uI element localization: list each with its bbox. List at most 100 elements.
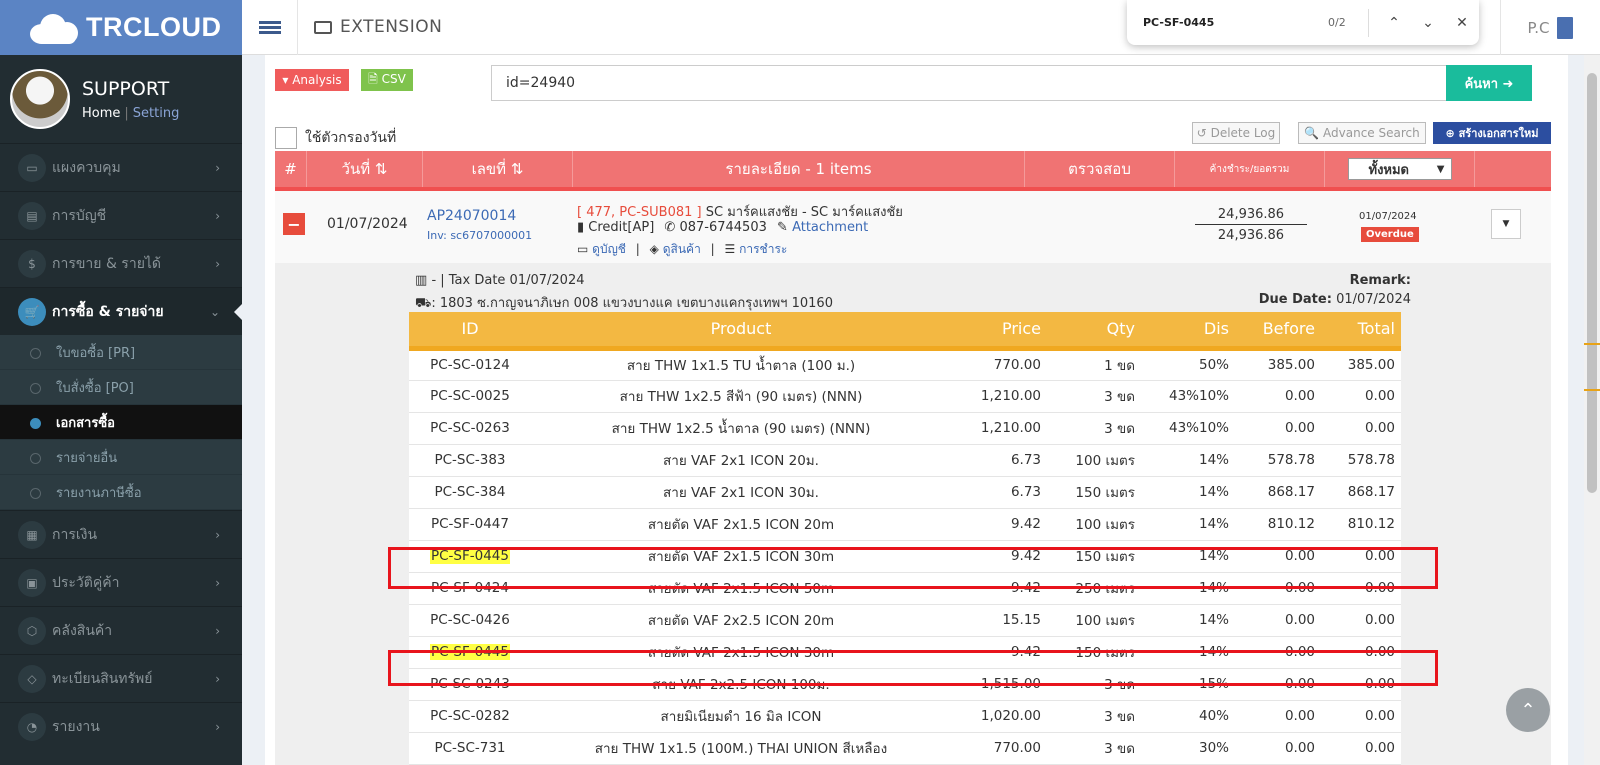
- table-row: PC-SF-0445 สายตัด VAF 2x1.5 ICON 30m 9.42 1…: [409, 636, 1401, 669]
- item-qty: 150 เมตร: [1075, 549, 1135, 565]
- find-previous-icon[interactable]: ⌃: [1377, 15, 1411, 31]
- scroll-to-top-button[interactable]: ⌃: [1506, 688, 1550, 732]
- view-product-link[interactable]: ดูสินค้า: [663, 242, 701, 256]
- item-total: 0.00: [1364, 580, 1395, 596]
- sidebar-item-label: การบัญชี: [52, 207, 107, 224]
- sidebar-item-reports[interactable]: ◔ รายงาน ›: [0, 702, 242, 750]
- chevron-right-icon: ›: [215, 575, 220, 590]
- find-close-icon[interactable]: ✕: [1445, 15, 1479, 31]
- table-row: PC-SC-0243 สาย VAF 2x2.5 ICON 100ม. 1,515.…: [409, 668, 1401, 701]
- item-total: 0.00: [1364, 644, 1395, 660]
- col-balance: ค้างชำระ/ยอดรวม: [1175, 151, 1325, 187]
- item-id: PC-SC-0282: [430, 708, 510, 724]
- status-filter-select[interactable]: ทั้งหมด ▼: [1347, 158, 1452, 180]
- item-qty: 250 เมตร: [1075, 581, 1135, 597]
- sidebar-menu: ▭ แผงควบคุม › ▤ การบัญชี › $ การขาย & รายได้ ›…: [0, 143, 242, 335]
- sidebar-item-accounting[interactable]: ▤ การบัญชี ›: [0, 191, 242, 239]
- col-number-sort[interactable]: เลขที่ ⇅: [423, 151, 573, 187]
- sidebar-item-label: แผงควบคุม: [52, 159, 121, 176]
- brand-logo[interactable]: TRCLOUD: [0, 0, 242, 55]
- total-amount: 24,936.86: [1217, 228, 1285, 243]
- document-row: − 01/07/2024 AP24070014 Inv: sc670700000…: [275, 191, 1551, 263]
- item-before: 0.00: [1284, 612, 1315, 628]
- payment-link[interactable]: การชำระ: [739, 242, 787, 256]
- item-id: PC-SC-383: [434, 452, 506, 468]
- documents-table-header: # วันที่ ⇅ เลขที่ ⇅ รายละเอียด - 1 items…: [275, 151, 1551, 191]
- submenu-item-pr[interactable]: ใบขอซื้อ [PR]: [0, 335, 242, 370]
- doc-number-link[interactable]: AP24070014: [427, 208, 516, 224]
- chevron-right-icon: ›: [215, 671, 220, 686]
- item-before: 0.00: [1284, 676, 1315, 692]
- delete-log-button[interactable]: ↺ Delete Log: [1192, 122, 1280, 144]
- cube-icon: ◈: [649, 242, 659, 256]
- sidebar-item-label: การขาย & รายได้: [52, 255, 162, 272]
- due-date: 01/07/2024: [1359, 211, 1417, 222]
- search-button[interactable]: ค้นหา ➜: [1446, 65, 1532, 101]
- items-table: ID Product Price Qty Dis Before Total PC…: [409, 312, 1401, 765]
- csv-export-button[interactable]: 🗎 CSV: [361, 69, 413, 91]
- item-product: สาย THW 1x1.5 (100M.) THAI UNION สีเหลือ…: [594, 741, 888, 757]
- setting-link[interactable]: Setting: [133, 106, 180, 121]
- item-price: 9.42: [1010, 644, 1041, 660]
- row-actions-dropdown[interactable]: ▼: [1491, 209, 1521, 239]
- sidebar-item-dashboard[interactable]: ▭ แผงควบคุม ›: [0, 143, 242, 191]
- item-qty: 3 ขด: [1104, 421, 1135, 437]
- supplier-name: SC มาร์คแสงชัย - SC มาร์คแสงชัย: [705, 205, 903, 220]
- sidebar-item-finance[interactable]: ▦ การเงิน ›: [0, 510, 242, 558]
- collapse-row-icon[interactable]: −: [283, 213, 305, 235]
- item-discount: 30%: [1198, 740, 1229, 756]
- doc-date: 01/07/2024: [327, 216, 408, 232]
- search-input[interactable]: [491, 65, 1447, 101]
- item-qty: 3 ขด: [1104, 677, 1135, 693]
- paperclip-icon: ✎: [777, 220, 788, 235]
- item-price: 6.73: [1010, 484, 1041, 500]
- submenu-item-purchase-tax-report[interactable]: รายงานภาษีซื้อ: [0, 475, 242, 510]
- item-qty: 150 เมตร: [1075, 485, 1135, 501]
- item-discount: 14%: [1198, 452, 1229, 468]
- item-price: 770.00: [993, 740, 1041, 756]
- phone-icon: ✆: [664, 220, 676, 235]
- list-icon: ☰: [724, 242, 736, 256]
- create-document-button[interactable]: ⊕ สร้างเอกสารใหม่: [1433, 122, 1551, 144]
- col-date-sort[interactable]: วันที่ ⇅: [307, 151, 423, 187]
- page-scrollbar[interactable]: [1584, 55, 1600, 765]
- find-in-page-bar: PC-SF-0445 0/2 ⌃ ⌄ ✕: [1127, 0, 1479, 45]
- items-header-row: ID Product Price Qty Dis Before Total: [409, 312, 1401, 351]
- sidebar-item-purchase[interactable]: 🛒 การซื้อ & รายจ่าย ⌄: [0, 287, 242, 335]
- extension-menu[interactable]: EXTENSION: [298, 0, 442, 55]
- item-price: 9.42: [1010, 580, 1041, 596]
- chevron-right-icon: ›: [215, 256, 220, 271]
- sidebar-item-label: คลังสินค้า: [52, 622, 113, 639]
- submenu-item-purchase-doc[interactable]: เอกสารซื้อ: [0, 405, 242, 440]
- remark-label: Remark:: [1349, 273, 1411, 288]
- home-link[interactable]: Home: [82, 106, 120, 121]
- company-switcher[interactable]: P.C: [1500, 0, 1600, 55]
- item-total: 0.00: [1364, 420, 1395, 436]
- item-id: PC-SC-0243: [430, 676, 510, 692]
- item-id: PC-SF-0424: [430, 580, 509, 596]
- item-discount: 14%: [1198, 516, 1229, 532]
- sidebar-item-inventory[interactable]: ⬡ คลังสินค้า ›: [0, 606, 242, 654]
- col-check: ตรวจสอบ: [1025, 151, 1175, 187]
- sidebar-item-contacts[interactable]: ▣ ประวัติคู่ค้า ›: [0, 558, 242, 606]
- advance-search-button[interactable]: 🔍 Advance Search: [1298, 122, 1426, 144]
- hamburger-menu-icon[interactable]: [242, 0, 298, 55]
- item-id: PC-SF-0445: [429, 644, 510, 660]
- sidebar-item-sales[interactable]: $ การขาย & รายได้ ›: [0, 239, 242, 287]
- col-id: ID: [409, 312, 531, 351]
- sidebar-item-label: การซื้อ & รายจ่าย: [52, 303, 164, 320]
- find-next-icon[interactable]: ⌄: [1411, 15, 1445, 31]
- view-account-link[interactable]: ดูบัญชี: [592, 242, 626, 256]
- submenu-item-other-expense[interactable]: รายจ่ายอื่น: [0, 440, 242, 475]
- item-id: PC-SF-0447: [430, 516, 509, 532]
- analysis-button[interactable]: ▾ Analysis: [275, 69, 349, 91]
- attachment-link[interactable]: Attachment: [792, 220, 868, 235]
- find-input[interactable]: PC-SF-0445: [1127, 16, 1328, 29]
- date-filter-checkbox[interactable]: [275, 127, 297, 149]
- date-filter-toggle[interactable]: ใช้ตัวกรองวันที่: [275, 127, 396, 149]
- item-price: 9.42: [1010, 548, 1041, 564]
- doc-invoice-link[interactable]: Inv: sc6707000001: [427, 229, 532, 242]
- sidebar-item-assets[interactable]: ◇ ทะเบียนสินทรัพย์ ›: [0, 654, 242, 702]
- main-content: ▾ Analysis 🗎 CSV ค้นหา ➜ ใช้ตัวกรองวันที…: [265, 55, 1568, 765]
- submenu-item-po[interactable]: ใบสั่งซื้อ [PO]: [0, 370, 242, 405]
